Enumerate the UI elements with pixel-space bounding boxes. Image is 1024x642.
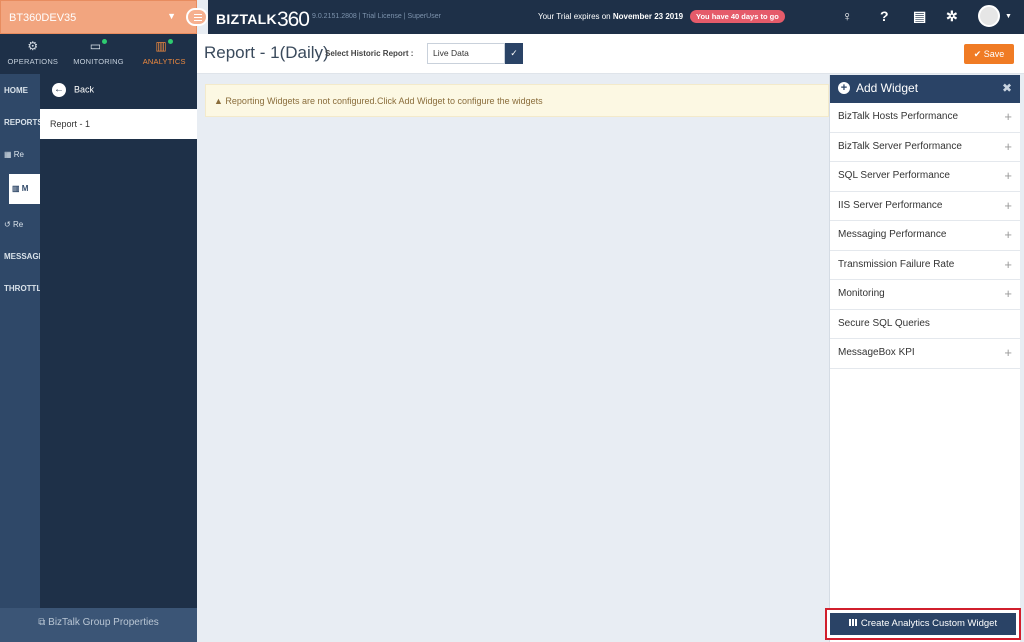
sidebar-item-throttling[interactable]: THROTTLING (0, 272, 40, 304)
check-icon: ✔ (973, 49, 984, 59)
widget-item-messaging[interactable]: Messaging Performance + (830, 221, 1020, 251)
settings-gear-icon[interactable]: ✲ (946, 8, 958, 25)
trial-info: Your Trial expires on November 23 2019 (538, 12, 683, 21)
sidebar-toggle-button[interactable] (186, 8, 208, 26)
panel-title: Add Widget (856, 81, 919, 95)
report-header: Report - 1(Daily) Select Historic Report… (197, 34, 1024, 74)
create-label: Create Analytics Custom Widget (860, 618, 998, 629)
gears-icon: ⚙ (27, 39, 39, 53)
widget-label: IIS Server Performance (838, 199, 943, 211)
bar-chart-icon: ▥ (12, 184, 22, 193)
brand-logo: BIZTALK360 (216, 6, 310, 31)
widget-label: BizTalk Server Performance (838, 140, 962, 152)
trial-text: Your Trial expires on (538, 12, 613, 21)
sidebar-item-history[interactable]: ↺ Re (0, 208, 40, 240)
add-widget-panel: + Add Widget ✖ BizTalk Hosts Performance +… (829, 75, 1020, 642)
calendar-icon: ▦ (4, 150, 14, 159)
plus-icon[interactable]: + (1004, 257, 1012, 272)
grid-icon (848, 619, 858, 626)
cubes-icon: ⧉ (38, 617, 49, 628)
left-sidebar: BT360DEV35 ▼ ⚙ OPERATIONS ▭ MONITORING ▥… (0, 0, 197, 642)
report-flyout: ← Back Report - 1 (40, 74, 197, 608)
widget-label: Secure SQL Queries (838, 317, 930, 329)
sidebar-item-home[interactable]: HOME (0, 74, 40, 106)
user-avatar[interactable] (978, 5, 1000, 27)
plus-icon[interactable]: + (1004, 227, 1012, 242)
historic-report-label: Select Historic Report : (325, 49, 414, 58)
bar-chart-icon: ▥ (131, 39, 197, 57)
widget-label: Messaging Performance (838, 229, 947, 240)
monitor-icon: ▭ (66, 39, 132, 57)
version-info: 9.0.2151.2808 | Trial License | SuperUse… (312, 13, 441, 20)
nav-label: OPERATIONS (7, 57, 59, 66)
warning-icon: ▲ (214, 96, 226, 106)
plus-circle-icon: + (838, 82, 850, 94)
widget-item-biztalk-server[interactable]: BizTalk Server Performance + (830, 133, 1020, 162)
chevron-down-icon: ▼ (167, 11, 176, 21)
widget-item-iis-server[interactable]: IIS Server Performance + (830, 192, 1020, 221)
widget-item-secure-sql[interactable]: Secure SQL Queries (830, 310, 1020, 339)
nav-label: ANALYTICS (142, 57, 186, 66)
widget-item-messagebox-kpi[interactable]: MessageBox KPI + (830, 339, 1020, 369)
widget-label: SQL Server Performance (838, 170, 950, 181)
sidebar-item-manage[interactable]: ▥ M (9, 174, 40, 204)
main-content: ▲ Reporting Widgets are not configured.C… (197, 75, 829, 642)
nav-analytics[interactable]: ▥ ANALYTICS (131, 34, 197, 74)
panel-header: + Add Widget ✖ (830, 75, 1020, 103)
footer-label: BizTalk Group Properties (48, 617, 159, 628)
sidebar-item-label: Re (13, 150, 25, 159)
save-label: Save (983, 49, 1005, 59)
widget-label: BizTalk Hosts Performance (838, 111, 959, 122)
widget-label: Transmission Failure Rate (838, 258, 955, 270)
plus-icon[interactable]: + (1004, 286, 1012, 301)
sidebar-item-label: M (21, 184, 29, 193)
report-list-item[interactable]: Report - 1 (40, 109, 197, 139)
module-nav: ⚙ OPERATIONS ▭ MONITORING ▥ ANALYTICS (0, 34, 197, 74)
widget-item-sql-server[interactable]: SQL Server Performance + (830, 162, 1020, 192)
back-button[interactable]: ← Back (40, 74, 197, 109)
create-custom-widget-inner: Create Analytics Custom Widget (830, 613, 1016, 635)
brand-text: BIZTALK (216, 11, 277, 27)
biztalk-group-properties-link[interactable]: ⧉ BizTalk Group Properties (0, 608, 197, 642)
save-button[interactable]: ✔ Save (964, 44, 1014, 64)
widget-item-transmission-failure[interactable]: Transmission Failure Rate + (830, 251, 1020, 280)
brand-number: 360 (276, 8, 310, 31)
widget-item-biztalk-hosts[interactable]: BizTalk Hosts Performance + (830, 103, 1020, 133)
widget-item-monitoring[interactable]: Monitoring + (830, 280, 1020, 310)
side-nav: HOME REPORTS ▦ Re ▥ M ↺ Re MESSAGING THR… (0, 74, 40, 608)
nav-monitoring[interactable]: ▭ MONITORING (66, 34, 132, 74)
alert-text: Reporting Widgets are not configured.Cli… (225, 96, 543, 106)
chevron-down-icon[interactable]: ▼ (1005, 13, 1012, 20)
page-title: Report - 1(Daily) (204, 43, 329, 62)
trial-days-badge: You have 40 days to go (690, 10, 785, 23)
plus-icon[interactable]: + (1004, 139, 1012, 154)
chevron-down-icon[interactable]: ✓ (505, 43, 523, 64)
plus-icon[interactable]: + (1004, 109, 1012, 124)
back-label: Back (74, 84, 95, 95)
nav-label: MONITORING (73, 57, 124, 66)
help-icon[interactable]: ? (880, 8, 889, 24)
historic-report-select[interactable]: Live Data (427, 43, 505, 64)
create-custom-widget-button[interactable]: Create Analytics Custom Widget (825, 608, 1021, 640)
environment-select[interactable]: BT360DEV35 ▼ (0, 0, 197, 34)
plus-icon[interactable]: + (1004, 345, 1012, 360)
sidebar-item-reports[interactable]: REPORTS (0, 106, 40, 138)
trial-date: November 23 2019 (612, 12, 684, 21)
warning-alert: ▲ Reporting Widgets are not configured.C… (205, 84, 829, 117)
plus-icon[interactable]: + (1004, 198, 1012, 213)
lightbulb-icon[interactable]: ♀ (842, 8, 853, 24)
nav-operations[interactable]: ⚙ OPERATIONS (0, 34, 66, 74)
arrow-left-icon: ← (52, 83, 66, 97)
history-icon: ↺ (4, 220, 13, 229)
top-bar: BIZTALK360 9.0.2151.2808 | Trial License… (208, 0, 1024, 34)
widget-label: MessageBox KPI (838, 347, 915, 358)
close-icon[interactable]: ✖ (1002, 81, 1012, 95)
sidebar-item-calendar[interactable]: ▦ Re (0, 138, 40, 170)
environment-name: BT360DEV35 (9, 12, 77, 24)
notes-icon[interactable]: ▤ (913, 8, 926, 25)
plus-icon[interactable]: + (1004, 168, 1012, 183)
widget-label: Monitoring (838, 288, 885, 299)
sidebar-item-label: Re (12, 220, 24, 229)
sidebar-item-messaging[interactable]: MESSAGING (0, 240, 40, 272)
